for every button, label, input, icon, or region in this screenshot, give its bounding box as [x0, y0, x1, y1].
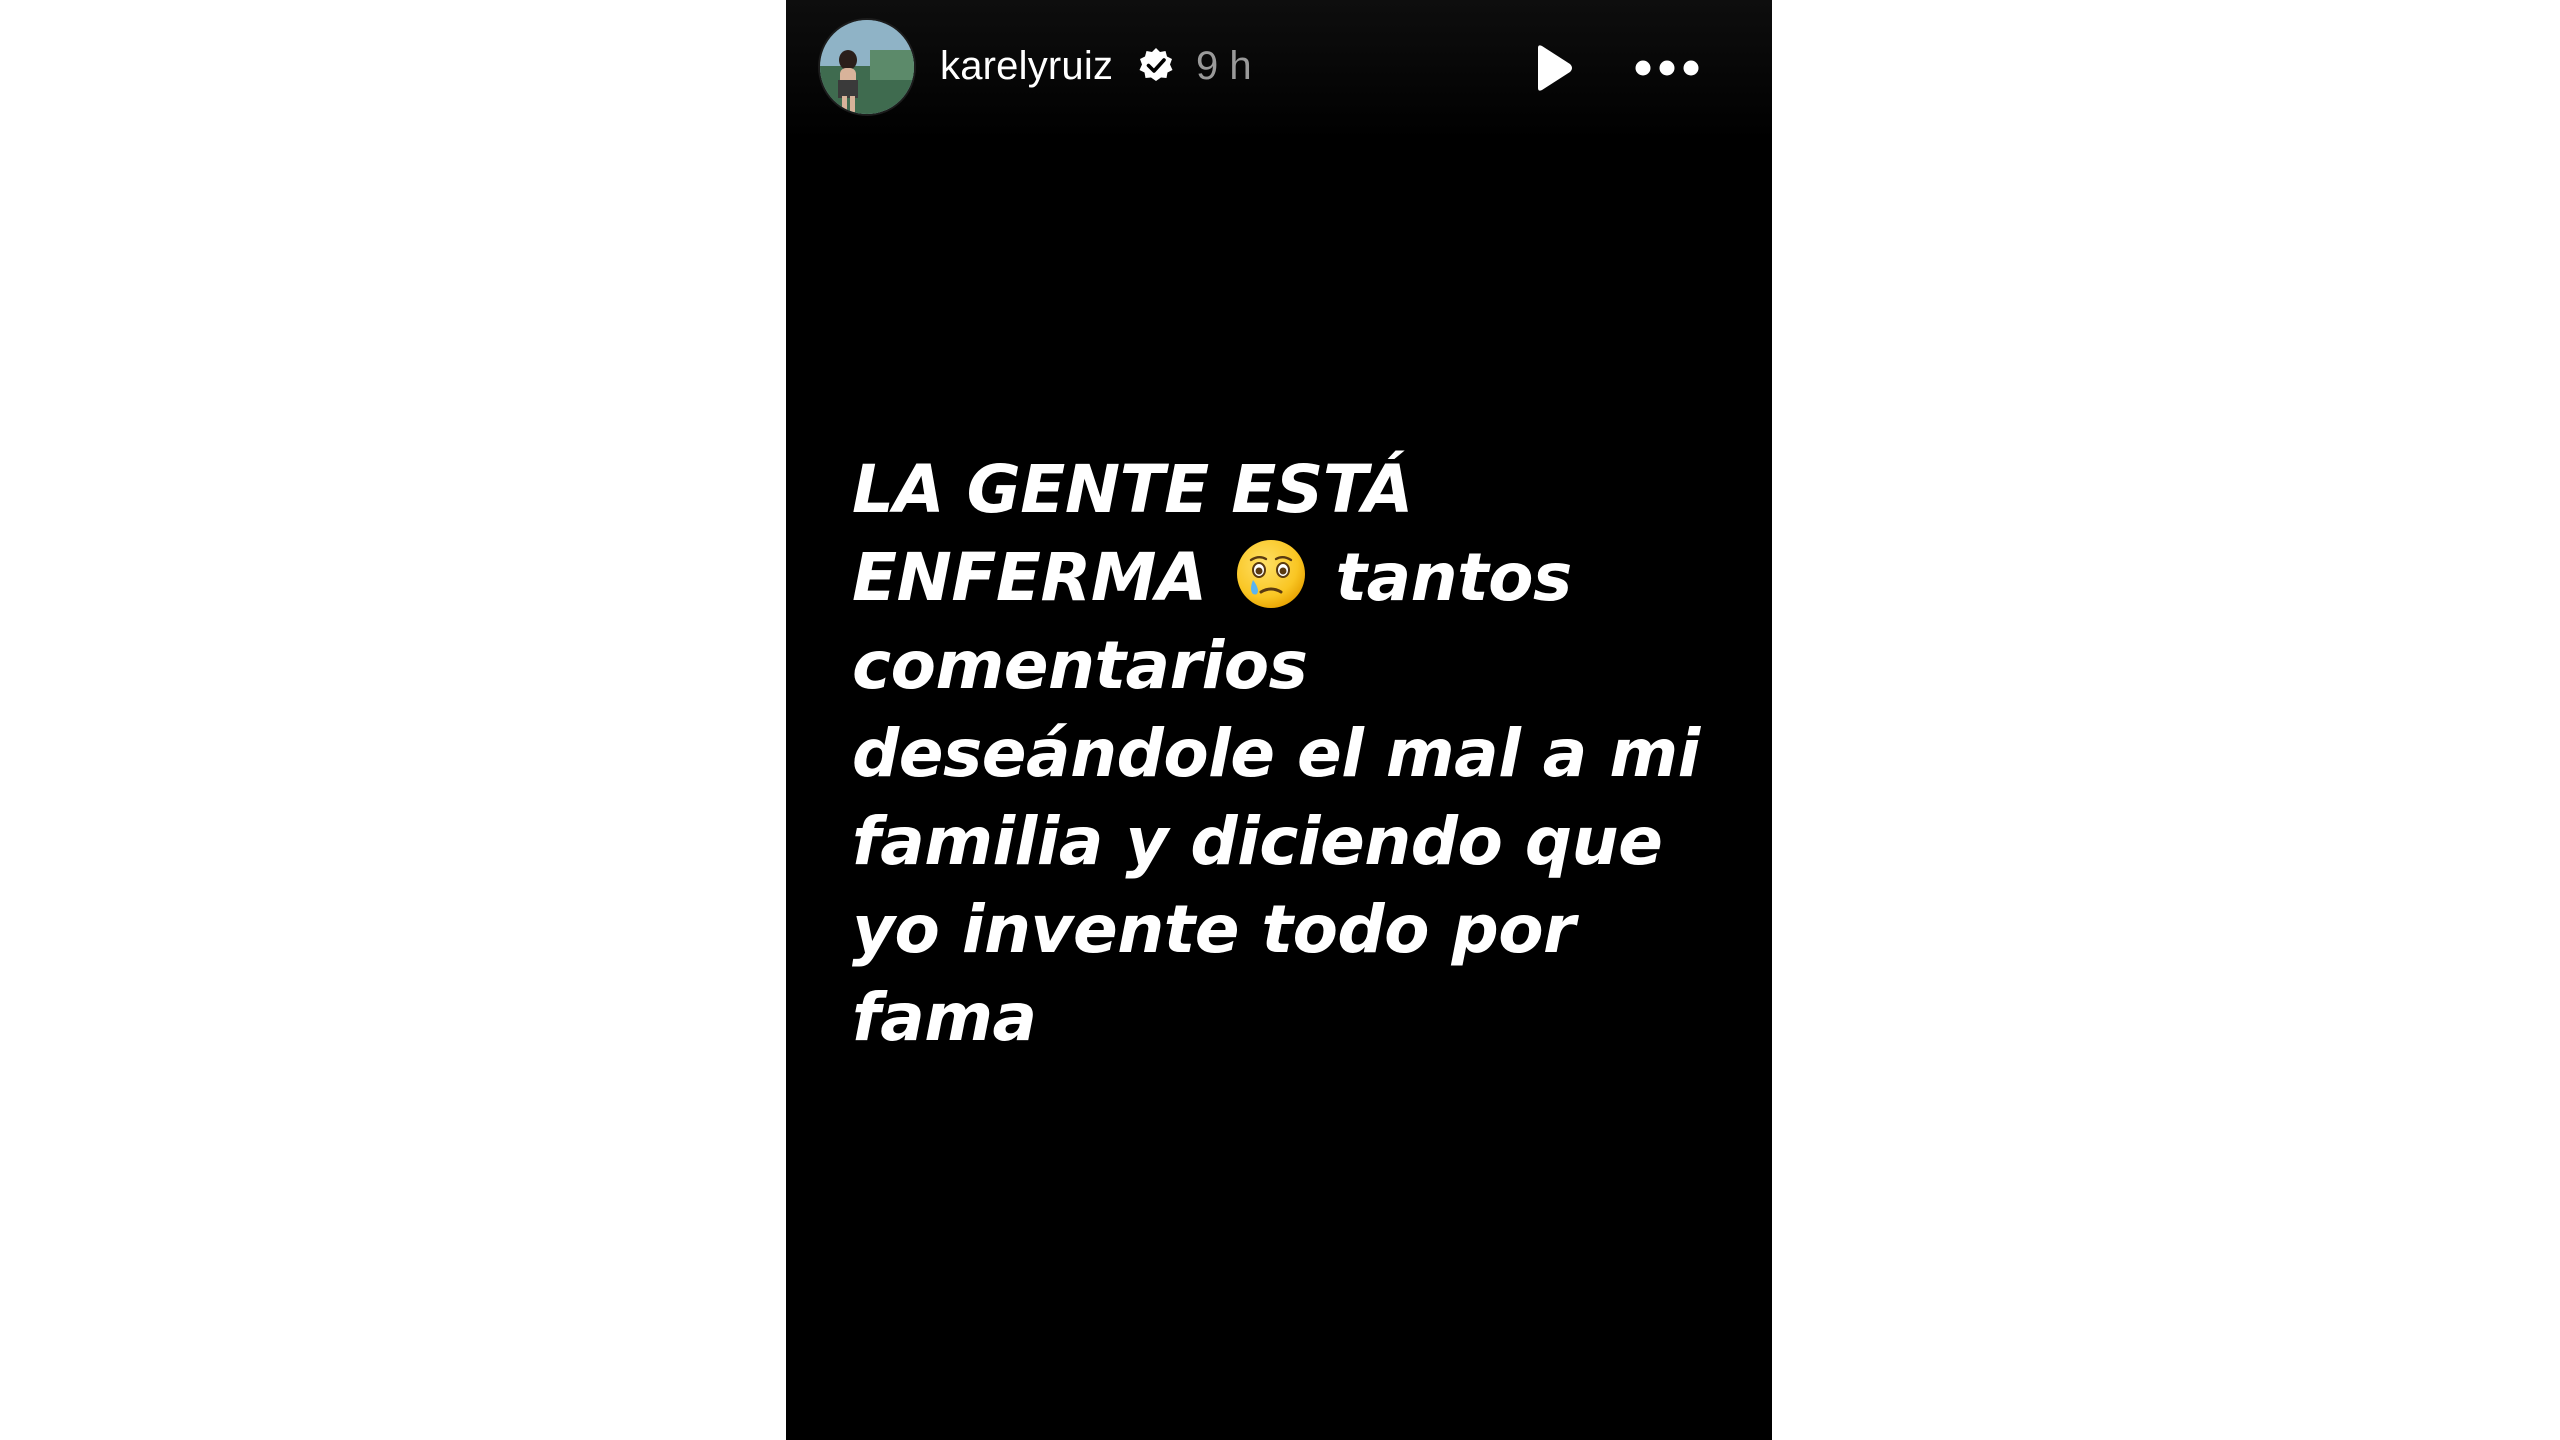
story-header: karelyruiz 9 h [786, 0, 1772, 140]
story-viewer[interactable]: karelyruiz 9 h LA GENTE ESTÁ ENFERMA tan… [786, 0, 1772, 1440]
story-text-part2: tantos comentarios deseándole el mal a m… [852, 539, 1700, 1056]
play-icon[interactable] [1526, 42, 1578, 94]
username[interactable]: karelyruiz [940, 40, 1113, 92]
avatar[interactable] [820, 20, 914, 114]
more-options-icon[interactable] [1632, 50, 1702, 86]
page: karelyruiz 9 h LA GENTE ESTÁ ENFERMA tan… [0, 0, 2560, 1440]
story-text-part1: LA GENTE ESTÁ ENFERMA [852, 451, 1413, 616]
story-text: LA GENTE ESTÁ ENFERMA tantos comentarios… [852, 446, 1732, 1062]
verified-badge-icon [1139, 48, 1173, 81]
post-timestamp: 9 h [1196, 44, 1252, 88]
avatar-image [820, 20, 914, 114]
face-holding-back-tears-emoji [1237, 540, 1306, 608]
